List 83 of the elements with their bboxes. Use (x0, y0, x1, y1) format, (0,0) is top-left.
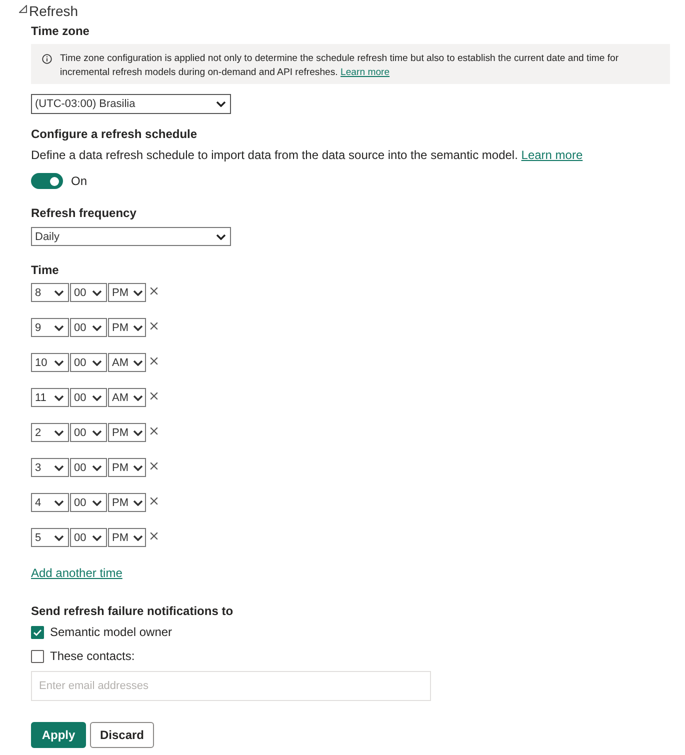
chevron-down-icon (92, 500, 102, 506)
am-pm-select[interactable]: AM (108, 353, 146, 372)
section-title: Refresh (29, 2, 78, 21)
notifications-label: Send refresh failure notifications to (31, 603, 234, 619)
chevron-down-icon (133, 534, 143, 540)
minute-select[interactable]: 00 (70, 458, 107, 477)
am-pm-select[interactable]: PM (108, 283, 146, 302)
chevron-down-icon (216, 101, 226, 107)
minute-select[interactable]: 00 (70, 528, 107, 547)
email-input[interactable]: Enter email addresses (31, 671, 431, 701)
checkbox-label: These contacts: (50, 649, 135, 663)
am-pm-select[interactable]: PM (108, 458, 146, 477)
hour-select[interactable]: 4 (31, 493, 69, 512)
schedule-title: Configure a refresh schedule (31, 126, 198, 142)
hour-select[interactable]: 5 (31, 528, 69, 547)
checkmark-icon (33, 628, 42, 636)
chevron-down-icon (92, 464, 102, 470)
hour-select[interactable]: 8 (31, 283, 69, 302)
learn-more-link[interactable]: Learn more (340, 67, 390, 78)
chevron-down-icon (92, 324, 102, 330)
schedule-description: Define a data refresh schedule to import data from the data source into the semantic model. Learn more (31, 147, 583, 163)
close-icon[interactable] (150, 532, 158, 540)
chevron-down-icon (133, 290, 143, 296)
am-pm-select[interactable]: PM (108, 528, 146, 547)
toggle-label: On (71, 174, 88, 188)
info-icon (42, 54, 52, 64)
chevron-down-icon (216, 234, 226, 240)
chevron-down-icon (54, 430, 64, 436)
chevron-down-icon (54, 394, 64, 400)
close-icon[interactable] (150, 462, 158, 470)
am-pm-select[interactable]: PM (108, 493, 146, 512)
am-pm-select[interactable]: AM (108, 388, 146, 407)
chevron-down-icon (54, 534, 64, 540)
minute-select[interactable]: 00 (70, 423, 107, 442)
chevron-down-icon (54, 464, 64, 470)
chevron-down-icon (133, 394, 143, 400)
hour-select[interactable]: 2 (31, 423, 69, 442)
chevron-down-icon (54, 500, 64, 506)
checkbox[interactable] (31, 650, 44, 662)
chevron-down-icon (92, 534, 102, 540)
frequency-select[interactable]: Daily (31, 227, 231, 246)
minute-select[interactable]: 00 (70, 283, 107, 302)
add-time-link[interactable]: Add another time (31, 565, 122, 581)
chevron-down-icon (54, 324, 64, 330)
checkbox-label: Semantic model owner (50, 625, 172, 639)
close-icon[interactable] (150, 286, 158, 294)
am-pm-select[interactable]: PM (108, 318, 146, 337)
minute-select[interactable]: 00 (70, 493, 107, 512)
frequency-label: Refresh frequency (31, 205, 136, 221)
chevron-down-icon (92, 360, 102, 366)
close-icon[interactable] (150, 426, 158, 434)
hour-select[interactable]: 11 (31, 388, 69, 407)
close-icon[interactable] (150, 322, 158, 330)
chevron-down-icon (92, 290, 102, 296)
time-zone-select[interactable]: (UTC-03:00) Brasilia (31, 94, 231, 114)
chevron-down-icon (133, 464, 143, 470)
info-text: Time zone configuration is applied not only to determine the schedule refresh time but also to establish the current date and time for incremental refresh models during on-demand and API refreshes. Learn more (60, 52, 620, 80)
am-pm-select[interactable]: PM (108, 423, 146, 442)
discard-button[interactable]: Discard (90, 722, 154, 748)
toggle-switch[interactable] (31, 173, 63, 189)
hour-select[interactable]: 9 (31, 318, 69, 337)
minute-select[interactable]: 00 (70, 353, 107, 372)
chevron-down-icon (133, 430, 143, 436)
close-icon[interactable] (150, 356, 158, 364)
learn-more-link[interactable]: Learn more (521, 148, 583, 162)
chevron-down-icon (133, 324, 143, 330)
chevron-down-icon (54, 360, 64, 366)
checkbox[interactable] (31, 626, 44, 638)
hour-select[interactable]: 10 (31, 353, 69, 372)
minute-select[interactable]: 00 (70, 318, 107, 337)
chevron-down-icon (92, 430, 102, 436)
minute-select[interactable]: 00 (70, 388, 107, 407)
chevron-down-icon (133, 360, 143, 366)
hour-select[interactable]: 3 (31, 458, 69, 477)
triangle-icon[interactable] (19, 5, 27, 13)
close-icon[interactable] (150, 392, 158, 400)
time-zone-label: Time zone (31, 23, 90, 39)
chevron-down-icon (92, 394, 102, 400)
chevron-down-icon (54, 290, 64, 296)
chevron-down-icon (133, 500, 143, 506)
apply-button[interactable]: Apply (31, 722, 86, 748)
close-icon[interactable] (150, 496, 158, 504)
time-label: Time (31, 262, 59, 278)
